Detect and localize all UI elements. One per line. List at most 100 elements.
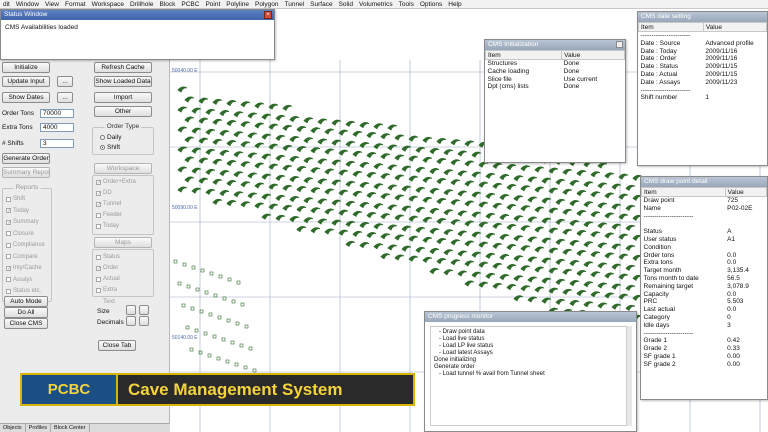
drawpoint-symbol[interactable] (387, 124, 398, 131)
drawpoint-symbol[interactable] (212, 158, 223, 166)
drawpoint-symbol[interactable] (422, 156, 433, 164)
drawpoint-symbol[interactable] (387, 204, 398, 211)
drawpoint-symbol[interactable] (310, 147, 321, 154)
drawpoint-symbol[interactable] (345, 240, 356, 248)
drawpoint-symbol[interactable] (401, 205, 412, 212)
drawpoint-symbol[interactable] (317, 158, 328, 165)
drawpoint-symbol[interactable] (471, 171, 482, 178)
drawpoint-symbol[interactable] (226, 120, 237, 127)
drawpoint-symbol[interactable] (457, 230, 468, 237)
decimals-down-button[interactable] (126, 316, 136, 326)
drawpoint-symbol[interactable] (541, 197, 552, 204)
drawpoint-symbol[interactable] (254, 202, 265, 209)
report-checkbox[interactable]: Closure (6, 231, 34, 237)
drawpoint-symbol[interactable] (268, 203, 279, 210)
drawpoint-symbol[interactable] (289, 196, 300, 203)
drawpoint-symbol[interactable] (611, 303, 622, 310)
drawpoint-symbol[interactable] (373, 123, 384, 130)
drawpoint-symbol[interactable] (548, 187, 559, 194)
drawpoint-symbol[interactable] (331, 159, 342, 166)
drawpoint-symbol[interactable] (576, 190, 587, 197)
drawpoint-symbol[interactable] (296, 126, 307, 133)
drawpoint-symbol[interactable] (555, 238, 566, 246)
drawpoint-symbol[interactable] (184, 156, 195, 163)
drawpoint-symbol[interactable] (611, 183, 622, 190)
report-checkbox[interactable]: Compliance (6, 242, 45, 248)
drawpoint-symbol[interactable] (604, 252, 615, 259)
drawpoint-symbol[interactable] (457, 190, 468, 197)
drawpoint-symbol[interactable] (569, 180, 580, 187)
drawpoint-symbol[interactable] (597, 262, 608, 269)
drawpoint-symbol[interactable] (373, 143, 384, 150)
update-input-button[interactable]: Update Input (2, 76, 50, 87)
drawpoint-symbol[interactable] (359, 162, 370, 169)
drawpoint-symbol[interactable] (492, 162, 503, 170)
drawpoint-symbol[interactable] (408, 175, 419, 182)
drawpoint-symbol[interactable] (443, 269, 454, 276)
drawpoint-symbol[interactable] (478, 281, 489, 288)
drawpoint-symbol[interactable] (457, 210, 468, 217)
drawpoint-symbol[interactable] (408, 235, 419, 242)
drawpoint-symbol[interactable] (485, 172, 496, 180)
drawpoint-symbol[interactable] (492, 222, 503, 230)
report-checkbox[interactable]: ✓ Inty/Cache (6, 265, 42, 271)
drawpoint-symbol[interactable] (604, 232, 615, 239)
drawpoint-symbol[interactable] (471, 251, 482, 258)
drawpoint-symbol[interactable] (282, 124, 293, 132)
drawpoint-symbol[interactable] (471, 151, 482, 158)
drawpoint-symbol[interactable] (611, 283, 622, 290)
report-checkbox[interactable]: ✓ Today (6, 208, 29, 214)
report-checkbox[interactable]: Assays (6, 277, 32, 283)
drawpoint-symbol[interactable] (548, 207, 559, 214)
drawpoint-symbol[interactable] (618, 253, 629, 260)
menu-item[interactable]: Options (417, 1, 445, 8)
menu-item[interactable]: Tunnel (282, 1, 308, 8)
drawpoint-symbol[interactable] (478, 201, 489, 208)
drawpoint-symbol[interactable] (212, 118, 223, 126)
drawpoint-symbol[interactable] (534, 286, 545, 293)
drawpoint-symbol[interactable] (625, 184, 636, 192)
drawpoint-symbol[interactable] (527, 276, 538, 283)
drawpoint-symbol[interactable] (429, 228, 440, 235)
drawpoint-symbol[interactable] (310, 227, 321, 234)
drawpoint-symbol[interactable] (352, 150, 363, 158)
drawpoint-symbol[interactable] (597, 182, 608, 189)
menu-item[interactable]: Help (445, 1, 464, 8)
drawpoint-symbol[interactable] (415, 246, 426, 254)
drawpoint-symbol[interactable] (604, 172, 615, 179)
report-checkbox[interactable]: Compare (6, 254, 38, 260)
drawpoint-symbol[interactable] (296, 166, 307, 173)
import-button[interactable]: Import (94, 92, 152, 103)
drawpoint-symbol[interactable] (506, 184, 517, 191)
drawpoint-symbol[interactable] (562, 208, 573, 216)
drawpoint-symbol[interactable] (506, 244, 517, 251)
drawpoint-symbol[interactable] (590, 291, 601, 298)
drawpoint-symbol[interactable] (513, 175, 524, 182)
menu-item[interactable]: Point (202, 1, 223, 8)
drawpoint-symbol[interactable] (317, 178, 328, 185)
drawpoint-symbol[interactable] (527, 216, 538, 223)
drawpoint-symbol[interactable] (471, 191, 482, 198)
drawpoint-symbol[interactable] (478, 241, 489, 248)
drawpoint-symbol[interactable] (184, 136, 195, 143)
drawpoint-symbol[interactable] (415, 226, 426, 234)
drawpoint-symbol[interactable] (352, 170, 363, 178)
drawpoint-symbol[interactable] (275, 214, 286, 222)
drawpoint-symbol[interactable] (422, 216, 433, 224)
drawpoint-symbol[interactable] (233, 111, 244, 118)
drawpoint-symbol[interactable] (359, 202, 370, 209)
drawpoint-symbol[interactable] (268, 163, 279, 170)
drawpoint-symbol[interactable] (499, 254, 510, 261)
tab-block-center[interactable]: Block Center (51, 424, 90, 432)
drawpoint-symbol[interactable] (275, 134, 286, 142)
drawpoint-symbol[interactable] (436, 158, 447, 165)
drawpoint-symbol[interactable] (380, 133, 391, 140)
report-checkbox[interactable]: Status etc. (6, 288, 41, 294)
drawpoint-symbol[interactable] (345, 160, 356, 168)
maps-checkbox[interactable]: Extra (96, 287, 117, 293)
drawpoint-symbol[interactable] (583, 241, 594, 248)
drawpoint-symbol[interactable] (338, 229, 349, 236)
drawpoint-symbol[interactable] (569, 300, 580, 307)
drawpoint-symbol[interactable] (338, 209, 349, 216)
drawpoint-symbol[interactable] (394, 214, 405, 221)
